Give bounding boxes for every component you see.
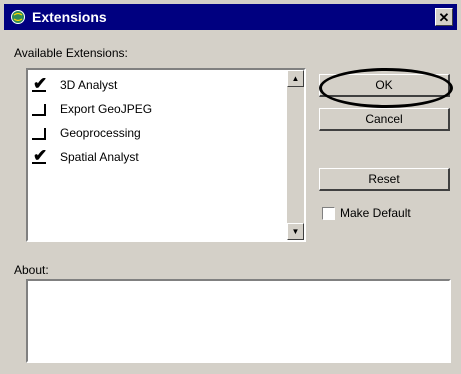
about-label: About: xyxy=(14,263,49,277)
list-scrollbar[interactable]: ▲ ▼ xyxy=(287,70,304,240)
about-text-area[interactable] xyxy=(26,279,451,363)
unchecked-box-icon[interactable] xyxy=(32,101,46,117)
make-default-checkbox[interactable] xyxy=(322,207,335,220)
extension-item[interactable]: ✔ Spatial Analyst xyxy=(32,146,139,168)
title-bar: Extensions ✕ xyxy=(4,4,457,30)
window-title: Extensions xyxy=(32,9,107,25)
reset-button-label: Reset xyxy=(368,172,400,186)
extension-label: Spatial Analyst xyxy=(60,150,139,164)
checkmark-icon[interactable]: ✔ xyxy=(32,75,47,93)
extension-label: Export GeoJPEG xyxy=(60,102,153,116)
arrow-down-icon: ▼ xyxy=(291,227,300,236)
cancel-button[interactable]: Cancel xyxy=(319,108,450,131)
scroll-up-button[interactable]: ▲ xyxy=(287,70,304,87)
scroll-down-button[interactable]: ▼ xyxy=(287,223,304,240)
extension-label: Geoprocessing xyxy=(60,126,141,140)
close-icon: ✕ xyxy=(438,9,450,25)
checkmark-icon[interactable]: ✔ xyxy=(32,147,47,165)
extension-item[interactable]: Export GeoJPEG xyxy=(32,98,152,120)
ok-highlight-ellipse xyxy=(319,68,453,108)
arrow-up-icon: ▲ xyxy=(291,74,300,83)
close-button[interactable]: ✕ xyxy=(435,8,453,26)
available-extensions-label: Available Extensions: xyxy=(14,46,128,60)
extension-item[interactable]: ✔ 3D Analyst xyxy=(32,74,117,96)
extensions-list[interactable]: ✔ 3D Analyst Export GeoJPEG Geoprocessing ✔ S… xyxy=(26,68,306,242)
extension-label: 3D Analyst xyxy=(60,78,118,92)
unchecked-box-icon[interactable] xyxy=(32,125,46,141)
extensions-dialog: Extensions ✕ Available Extensions: ✔ 3D A… xyxy=(0,0,461,374)
make-default-label: Make Default xyxy=(340,206,411,220)
reset-button[interactable]: Reset xyxy=(319,168,450,191)
cancel-button-label: Cancel xyxy=(365,112,403,126)
globe-icon xyxy=(11,10,25,24)
extension-item[interactable]: Geoprocessing xyxy=(32,122,141,144)
